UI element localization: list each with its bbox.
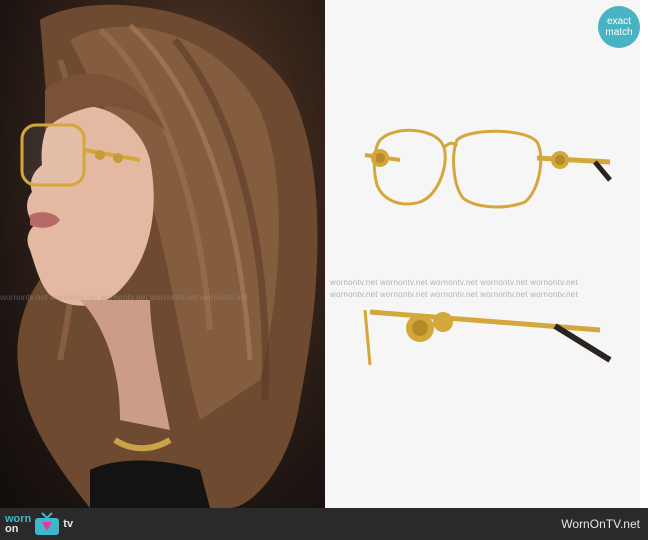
tv-icon: [35, 512, 60, 535]
glasses-side-view: [363, 309, 612, 366]
logo-tv: tv: [63, 518, 74, 530]
badge-line2: match: [605, 27, 633, 38]
watermark-right-1: wornontv.net wornontv.net wornontv.net w…: [330, 278, 578, 287]
right-edge-strip: [640, 0, 648, 508]
wornontv-logo[interactable]: worn on tv: [5, 510, 73, 538]
watermark-left: wornontv.net wornontv.net wornontv.net w…: [0, 293, 248, 302]
logo-text: worn on: [5, 514, 31, 535]
logo-on: on: [5, 523, 19, 535]
woman-illustration: [17, 4, 318, 508]
photo-woman-profile: [0, 0, 325, 508]
footer-bar: [0, 508, 648, 540]
badge-line1: exact: [607, 16, 631, 27]
exact-match-badge: exact match: [598, 6, 640, 48]
product-panel: [325, 0, 648, 508]
footer-site-name[interactable]: WornOnTV.net: [561, 517, 640, 531]
watermark-right-2: wornontv.net wornontv.net wornontv.net w…: [330, 290, 578, 299]
